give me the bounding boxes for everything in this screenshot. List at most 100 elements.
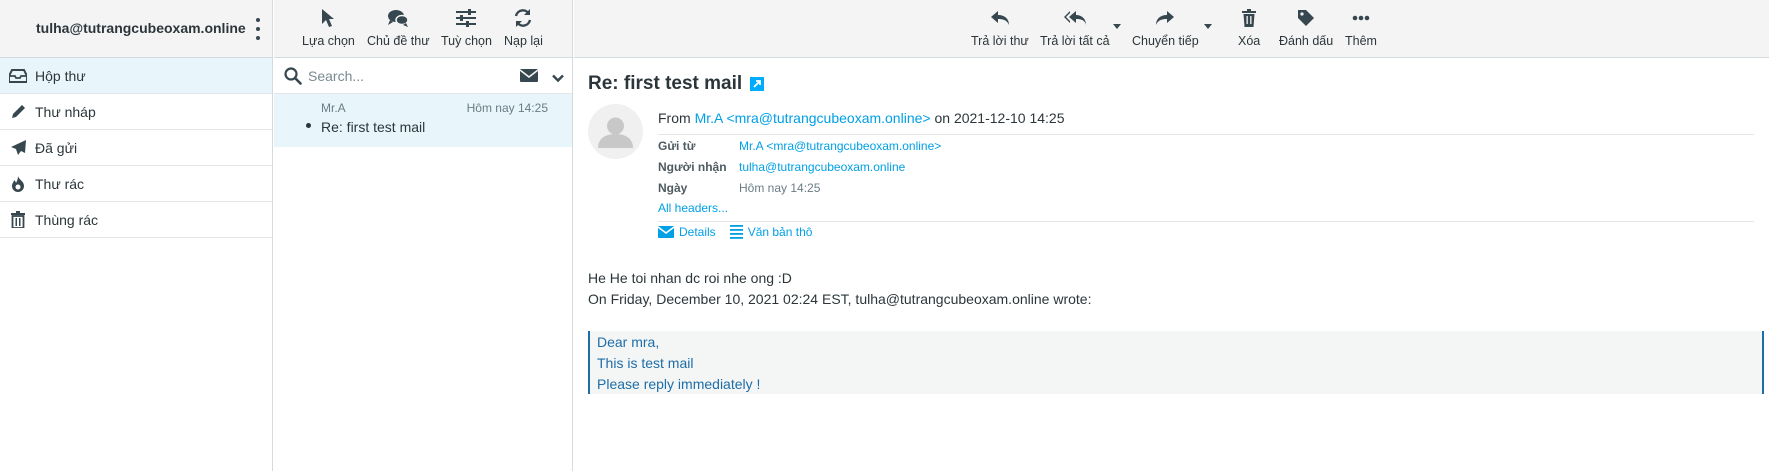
header-row: Gửi từ Mr.A <mra@tutrangcubeoxam.online> — [658, 135, 1754, 156]
envelope-icon[interactable] — [519, 69, 539, 85]
reply-button[interactable]: Trả lời thư — [971, 0, 1029, 58]
header-value-link[interactable]: tulha@tutrangcubeoxam.online — [739, 160, 905, 174]
reply-icon — [990, 7, 1010, 29]
sender-avatar — [588, 104, 643, 159]
message-subject-heading: Re: first test mail — [588, 73, 743, 94]
reply-all-button[interactable]: Trả lời tất cả — [1040, 0, 1110, 58]
trash-icon — [1242, 7, 1257, 29]
select-button[interactable]: Lựa chọn — [302, 0, 355, 58]
details-label: Details — [679, 225, 716, 239]
refresh-button[interactable]: Nạp lại — [504, 0, 543, 58]
folder-item-trash[interactable]: Thùng rác — [0, 202, 272, 238]
quoted-text: Dear mra, This is test mail Please reply… — [588, 331, 1764, 394]
more-label: Thêm — [1345, 34, 1377, 48]
delete-button[interactable]: Xóa — [1238, 0, 1260, 58]
message-title: Re: first test mail — [588, 73, 765, 95]
message-date: Hôm nay 14:25 — [466, 101, 548, 115]
sliders-icon — [456, 7, 477, 29]
open-in-new-window-icon[interactable] — [750, 77, 765, 91]
message-list-panel: Lựa chọn Chủ đề thư Tuỳ chọn Nạp lại Sea… — [274, 0, 573, 471]
refresh-icon — [513, 7, 533, 29]
forward-button[interactable]: Chuyển tiếp — [1132, 0, 1199, 58]
trash-icon — [8, 210, 28, 230]
options-button[interactable]: Tuỳ chọn — [441, 0, 492, 58]
folder-list: Hộp thư Thư nháp Đã gửi Thư rác Thùng rá… — [0, 58, 272, 238]
envelope-icon — [658, 226, 679, 238]
message-list-item[interactable]: Mr.A Hôm nay 14:25 Re: first test mail — [274, 94, 572, 147]
folder-item-drafts[interactable]: Thư nháp — [0, 94, 272, 130]
more-button[interactable]: Thêm — [1345, 0, 1377, 58]
folder-label: Thư nháp — [35, 103, 96, 120]
from-prefix: From — [658, 110, 691, 126]
list-toolbar: Lựa chọn Chủ đề thư Tuỳ chọn Nạp lại — [274, 0, 572, 58]
folder-label: Thùng rác — [35, 211, 99, 228]
search-input[interactable] — [308, 64, 478, 88]
header-name: Ngày — [658, 180, 688, 195]
search-bar — [274, 58, 572, 94]
account-header: tulha@tutrangcubeoxam.online — [0, 0, 272, 58]
reply-all-icon — [1063, 7, 1087, 29]
from-line: From Mr.A <mra@tutrangcubeoxam.online> o… — [658, 110, 1064, 126]
plain-text-label: Văn bản thô — [747, 225, 813, 239]
header-value: Hôm nay 14:25 — [739, 180, 821, 195]
forward-dropdown-icon[interactable] — [1204, 24, 1212, 29]
divider — [658, 221, 1754, 222]
threads-icon — [387, 7, 410, 29]
text-lines-icon — [729, 225, 748, 239]
inbox-icon — [8, 66, 28, 86]
account-email: tulha@tutrangcubeoxam.online — [36, 20, 246, 36]
kebab-menu-icon[interactable] — [253, 18, 263, 40]
folder-item-sent[interactable]: Đã gửi — [0, 130, 272, 166]
folder-label: Hộp thư — [35, 67, 86, 84]
headers-table: Gửi từ Mr.A <mra@tutrangcubeoxam.online>… — [658, 134, 1754, 198]
body-line: He He toi nhan dc roi nhe ong :D — [588, 270, 792, 286]
pencil-icon — [8, 102, 28, 122]
body-line: On Friday, December 10, 2021 02:24 EST, … — [588, 291, 1092, 307]
quote-line: This is test mail — [597, 355, 694, 371]
header-value-link[interactable]: Mr.A <mra@tutrangcubeoxam.online> — [739, 139, 941, 153]
header-name: Người nhận — [658, 159, 727, 174]
quote-line: Dear mra, — [597, 334, 660, 350]
cursor-icon — [321, 7, 335, 29]
quote-line: Please reply immediately ! — [597, 376, 761, 392]
folder-item-inbox[interactable]: Hộp thư — [0, 58, 272, 94]
mark-label: Đánh dấu — [1279, 34, 1334, 48]
more-icon — [1352, 7, 1370, 29]
header-row: Ngày Hôm nay 14:25 — [658, 177, 1754, 198]
forward-icon — [1155, 7, 1175, 29]
on-word: on — [934, 110, 951, 126]
message-view-panel: Trả lời thư Trả lời tất cả Chuyển tiếp X… — [574, 0, 1769, 471]
select-label: Lựa chọn — [302, 34, 355, 48]
message-subject: Re: first test mail — [321, 119, 426, 135]
chevron-down-icon[interactable] — [552, 70, 564, 86]
paper-plane-icon — [8, 138, 28, 158]
options-label: Tuỳ chọn — [441, 34, 492, 48]
refresh-label: Nạp lại — [504, 34, 543, 48]
folder-label: Thư rác — [35, 175, 85, 192]
header-name: Gửi từ — [658, 138, 696, 153]
threads-button[interactable]: Chủ đề thư — [367, 0, 430, 58]
unread-dot-icon — [306, 123, 311, 128]
reply-all-dropdown-icon[interactable] — [1113, 24, 1121, 29]
details-link[interactable]: Details — [658, 225, 716, 239]
folder-panel: tulha@tutrangcubeoxam.online Hộp thư Thư… — [0, 0, 273, 471]
reply-label: Trả lời thư — [971, 34, 1029, 48]
reply-all-label: Trả lời tất cả — [1040, 34, 1110, 48]
from-address-link[interactable]: Mr.A <mra@tutrangcubeoxam.online> — [695, 110, 931, 126]
view-mode-links: Details Văn bản thô — [658, 225, 826, 239]
message-sender: Mr.A — [321, 101, 346, 115]
message-body: He He toi nhan dc roi nhe ong :D On Frid… — [588, 268, 1091, 310]
forward-label: Chuyển tiếp — [1132, 34, 1199, 48]
search-icon — [284, 67, 302, 88]
folder-item-junk[interactable]: Thư rác — [0, 166, 272, 202]
all-headers-link[interactable]: All headers... — [658, 201, 728, 215]
fire-icon — [8, 174, 28, 194]
tag-icon — [1297, 7, 1315, 29]
message-date-full: 2021-12-10 14:25 — [953, 110, 1065, 126]
delete-label: Xóa — [1238, 34, 1261, 48]
message-toolbar: Trả lời thư Trả lời tất cả Chuyển tiếp X… — [574, 0, 1769, 58]
mark-button[interactable]: Đánh dấu — [1279, 0, 1333, 58]
threads-label: Chủ đề thư — [367, 34, 430, 48]
header-row: Người nhận tulha@tutrangcubeoxam.online — [658, 156, 1754, 177]
plain-text-link[interactable]: Văn bản thô — [729, 225, 813, 239]
